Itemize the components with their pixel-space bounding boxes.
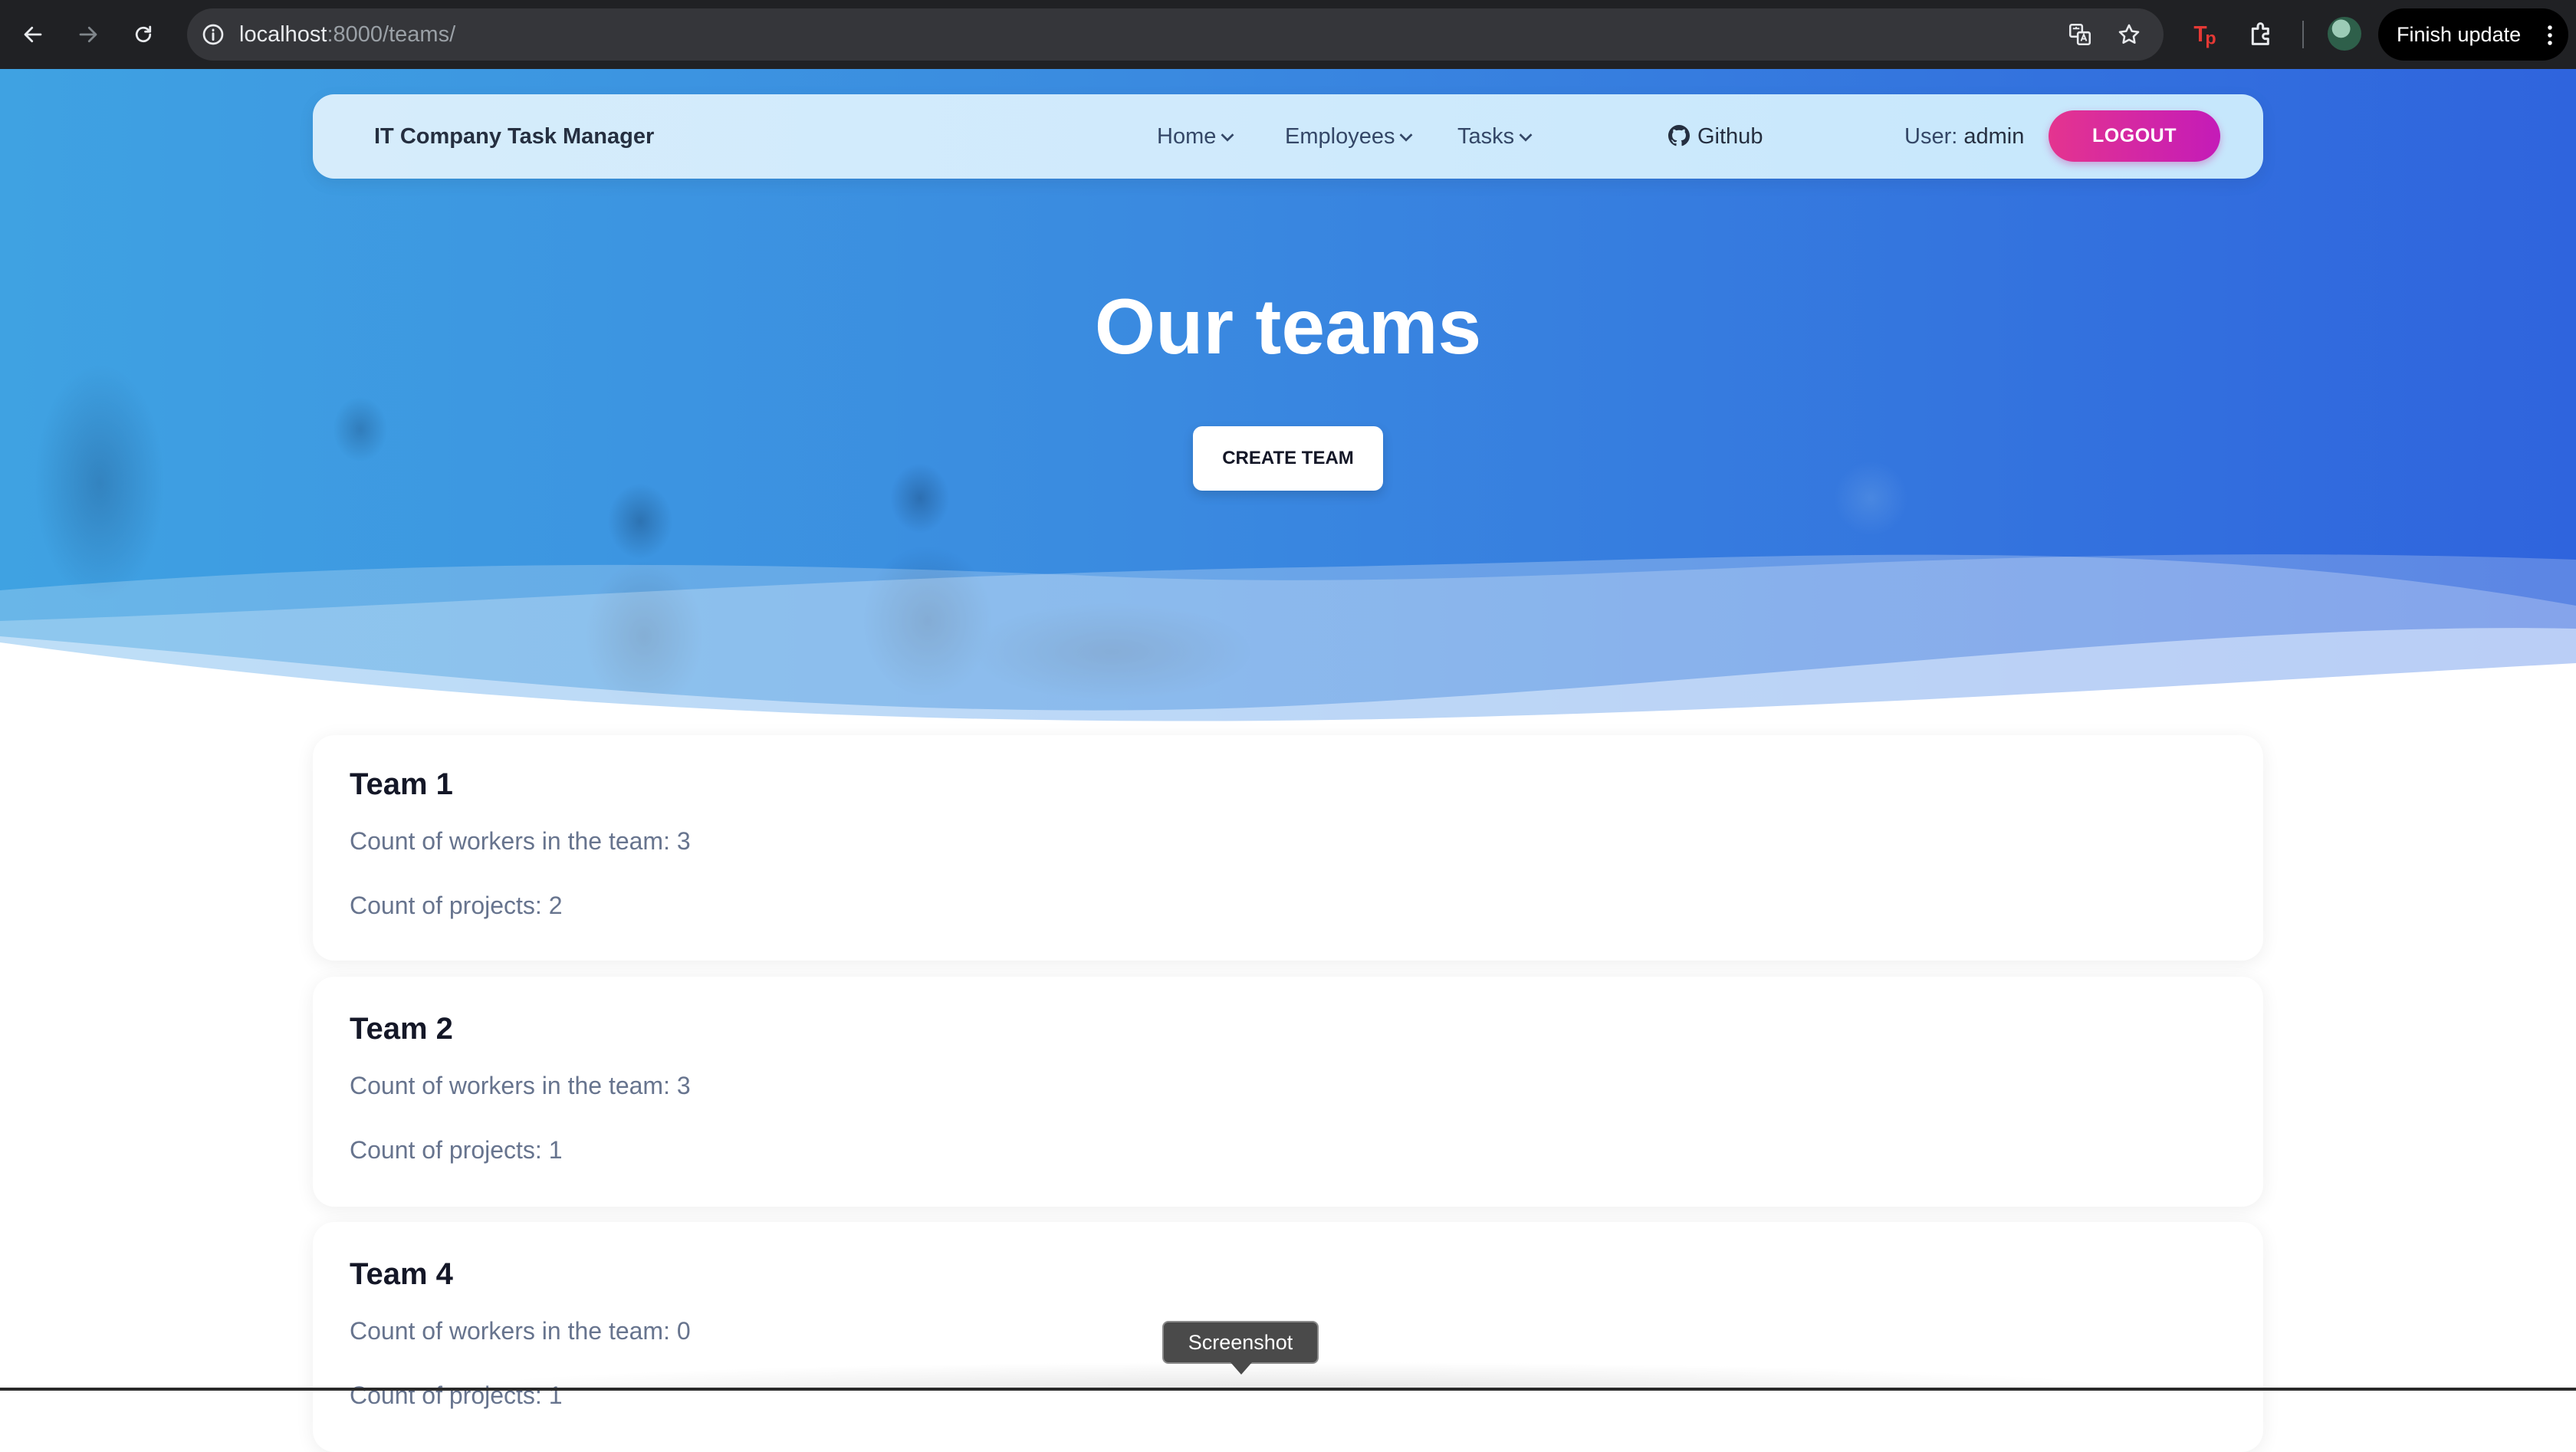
url-text: localhost:8000/teams/	[239, 8, 455, 61]
team-name[interactable]: Team 4	[350, 1257, 453, 1292]
create-team-button[interactable]: CREATE TEAM	[1193, 426, 1383, 491]
forward-icon[interactable]	[71, 17, 106, 52]
team-workers-count: Count of workers in the team: 3	[350, 1072, 691, 1099]
reload-icon[interactable]	[126, 17, 161, 52]
user-prefix: User:	[1904, 124, 1964, 149]
finish-update-label: Finish update	[2397, 22, 2522, 46]
window-bottom-edge	[0, 1388, 2576, 1391]
svg-text:p: p	[2205, 28, 2216, 48]
kebab-menu-icon[interactable]	[2545, 24, 2555, 47]
bookmark-star-icon[interactable]	[2116, 21, 2142, 48]
finish-update-button[interactable]: Finish update	[2378, 8, 2568, 61]
chevron-down-icon	[1400, 133, 1413, 143]
logout-button[interactable]: LOGOUT	[2049, 110, 2220, 162]
tooltip-arrow	[1230, 1362, 1252, 1375]
team-card[interactable]: Team 1 Count of workers in the team: 3 C…	[313, 735, 2263, 961]
github-link[interactable]: Github	[1668, 94, 1763, 179]
screenshot-tooltip: Screenshot	[1162, 1321, 1319, 1364]
nav-tasks-label: Tasks	[1457, 124, 1515, 149]
user-name: admin	[1963, 124, 2025, 149]
browser-toolbar: localhost:8000/teams/ Tp Finish update	[0, 0, 2576, 69]
bottom-toolbar-shadow	[429, 1362, 2147, 1391]
back-icon[interactable]	[15, 17, 51, 52]
team-projects-count: Count of projects: 1	[350, 1136, 563, 1164]
team-card[interactable]: Team 2 Count of workers in the team: 3 C…	[313, 977, 2263, 1207]
page-title: Our teams	[1094, 283, 1482, 370]
current-user: User: admin	[1904, 94, 2024, 179]
nav-tasks[interactable]: Tasks	[1457, 94, 1533, 179]
hero-section: IT Company Task Manager Home Employees T…	[0, 69, 2576, 728]
team-name[interactable]: Team 1	[350, 767, 453, 802]
translate-icon[interactable]	[2067, 21, 2093, 48]
team-projects-count: Count of projects: 2	[350, 892, 563, 919]
top-navbar: IT Company Task Manager Home Employees T…	[313, 94, 2263, 179]
team-name[interactable]: Team 2	[350, 1012, 453, 1046]
toolbar-separator	[2302, 21, 2304, 48]
url-path: :8000/teams/	[327, 22, 456, 47]
team-workers-count: Count of workers in the team: 3	[350, 827, 691, 855]
nav-home-label: Home	[1157, 124, 1217, 149]
address-bar[interactable]: localhost:8000/teams/	[187, 8, 2164, 61]
extension-tp-icon[interactable]: Tp	[2191, 18, 2222, 49]
chevron-down-icon	[1221, 133, 1234, 143]
github-label: Github	[1697, 124, 1763, 149]
nav-employees[interactable]: Employees	[1285, 94, 1413, 179]
brand-link[interactable]: IT Company Task Manager	[374, 94, 654, 179]
chevron-down-icon	[1519, 133, 1533, 143]
profile-avatar[interactable]	[2328, 17, 2361, 51]
nav-home[interactable]: Home	[1157, 94, 1234, 179]
team-workers-count: Count of workers in the team: 0	[350, 1317, 691, 1345]
github-icon	[1668, 125, 1690, 146]
url-host: localhost	[239, 22, 327, 47]
site-info-icon[interactable]	[201, 22, 225, 47]
nav-employees-label: Employees	[1285, 124, 1395, 149]
extensions-puzzle-icon[interactable]	[2246, 18, 2277, 49]
